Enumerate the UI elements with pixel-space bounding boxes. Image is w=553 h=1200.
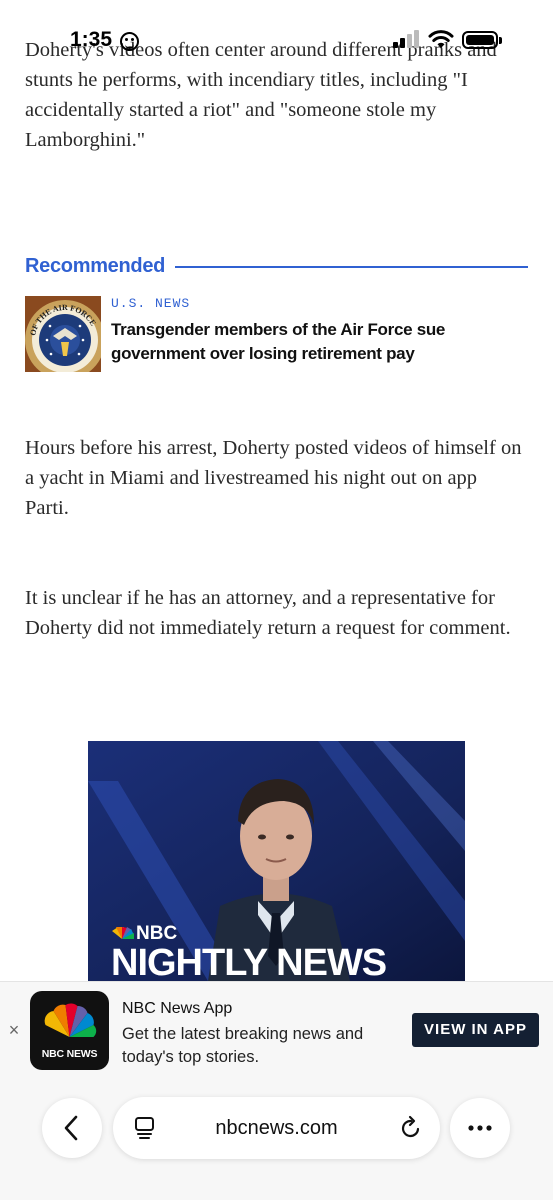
more-button[interactable]: [450, 1098, 510, 1158]
nightly-news-video-thumbnail: NBC NIGHTLY NEWS: [88, 741, 465, 981]
view-in-app-button[interactable]: VIEW IN APP: [412, 1013, 539, 1047]
url-text[interactable]: nbcnews.com: [113, 1117, 440, 1140]
more-dots-icon: [468, 1125, 492, 1131]
recommended-thumbnail[interactable]: OF THE AIR FORCE: [25, 296, 101, 372]
article-paragraph: Doherty's videos often center around dif…: [25, 39, 497, 151]
divider: [175, 266, 528, 268]
back-button[interactable]: [42, 1098, 102, 1158]
address-bar[interactable]: nbcnews.com: [113, 1097, 440, 1159]
article-paragraph: Hours before his arrest, Doherty posted …: [25, 437, 522, 519]
recommended-headline[interactable]: Transgender members of the Air Force sue…: [111, 318, 511, 366]
article-paragraph: It is unclear if he has an attorney, and…: [25, 587, 511, 639]
close-icon[interactable]: ×: [6, 1021, 22, 1039]
video-player[interactable]: NBC NIGHTLY NEWS: [88, 741, 465, 981]
banner-description: Get the latest breaking news and today's…: [122, 1025, 364, 1066]
app-install-banner: × NBC NEWS NBC News App Get the latest b…: [0, 981, 553, 1071]
app-icon-label: NBC NEWS: [41, 1048, 98, 1060]
recommended-label: Recommended: [25, 255, 166, 277]
nbc-logo-text: NBC: [136, 923, 177, 944]
recommended-article-link[interactable]: OF THE AIR FORCE U.S. NEWS Transgender m…: [25, 296, 525, 372]
nbc-news-app-icon: NBC NEWS: [30, 991, 109, 1070]
recommended-header: Recommended: [25, 253, 528, 283]
air-force-seal-image: OF THE AIR FORCE: [25, 296, 101, 372]
recommended-kicker[interactable]: U.S. NEWS: [111, 296, 190, 311]
banner-title: NBC News App: [122, 1000, 233, 1017]
browser-toolbar: nbcnews.com: [0, 1071, 553, 1200]
chevron-left-icon: [64, 1115, 78, 1141]
reload-icon[interactable]: [398, 1115, 424, 1141]
nightly-news-title: NIGHTLY NEWS: [111, 942, 386, 981]
